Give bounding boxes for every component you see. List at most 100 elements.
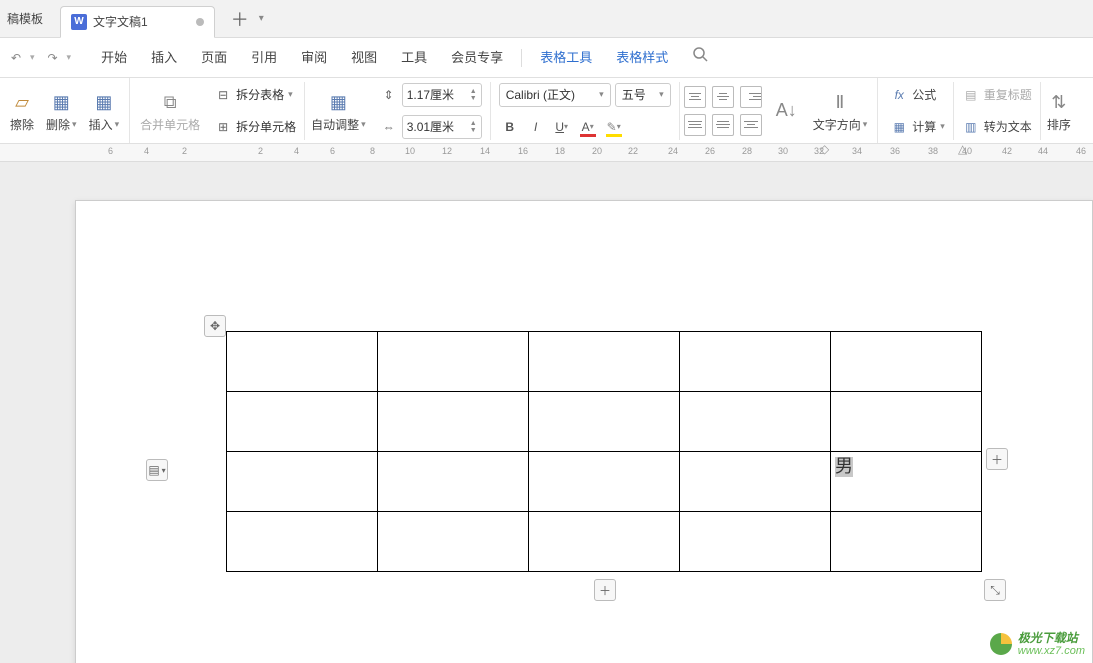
template-tab-label: 稿模板 [7, 10, 43, 27]
merge-cells-group[interactable]: ⧉ 合并单元格 [134, 78, 206, 143]
add-column-button[interactable]: ＋ [986, 448, 1008, 470]
menu-start[interactable]: 开始 [89, 38, 139, 78]
new-tab-dropdown-icon[interactable]: ▾ [255, 13, 268, 24]
undo-button[interactable]: ↶ [6, 48, 26, 68]
chevron-down-icon: ▾ [599, 89, 604, 100]
sort-label: 排序 [1047, 116, 1071, 133]
align-bottom-right[interactable] [740, 114, 762, 136]
text-direction-group[interactable]: Ⅱ 文字方向▾ [807, 78, 879, 143]
table-cell[interactable] [680, 452, 831, 512]
formula-label: 公式 [912, 86, 936, 103]
calc-icon: ▦ [890, 118, 908, 136]
undo-dropdown-icon[interactable]: ▾ [30, 52, 35, 63]
delete-group[interactable]: ▦ 删除▾ [40, 78, 83, 143]
selected-cell-text: 男 [835, 457, 853, 477]
align-top-left[interactable] [684, 86, 706, 108]
insert-group[interactable]: ▦ 插入▾ [83, 78, 131, 143]
table-cell[interactable] [378, 332, 529, 392]
split-cells-button[interactable]: ⊞ 拆分单元格 [214, 114, 296, 140]
redo-button[interactable]: ↷ [43, 48, 63, 68]
calc-button[interactable]: ▦计算▾ [890, 114, 945, 140]
row-height-icon: ⇕ [380, 86, 398, 104]
table-cell[interactable] [529, 512, 680, 572]
chevron-down-icon: ▾ [361, 119, 366, 130]
table-cell[interactable] [227, 392, 378, 452]
search-button[interactable] [680, 38, 720, 78]
row-height-input[interactable]: 1.17厘米 ▲▼ [402, 83, 482, 107]
table-cell[interactable] [831, 512, 982, 572]
table-cell[interactable] [680, 512, 831, 572]
merge-cells-label: 合并单元格 [140, 116, 200, 133]
align-top-right[interactable] [740, 86, 762, 108]
menu-table-style[interactable]: 表格样式 [604, 38, 680, 78]
table-resize-handle[interactable]: ⤡ [984, 579, 1006, 601]
chevron-down-icon: ▾ [659, 89, 664, 100]
cell-align-grid [680, 86, 766, 136]
underline-button[interactable]: U▾ [551, 116, 573, 138]
autofit-group[interactable]: ▦ 自动调整▾ [305, 78, 372, 143]
menu-table-tools[interactable]: 表格工具 [528, 38, 604, 78]
table-cell[interactable] [529, 332, 680, 392]
chevron-down-icon: ▾ [863, 119, 868, 130]
calc-label: 计算 [912, 118, 936, 135]
table-move-handle[interactable]: ✥ [204, 315, 226, 337]
stepper-arrows-icon[interactable]: ▲▼ [470, 120, 477, 134]
table-cell[interactable]: 男 [831, 452, 982, 512]
col-width-input[interactable]: 3.01厘米 ▲▼ [402, 115, 482, 139]
formula-button[interactable]: fx公式 [890, 82, 945, 108]
menu-insert[interactable]: 插入 [139, 38, 189, 78]
table-cell[interactable] [831, 332, 982, 392]
highlight-color-button[interactable]: ✎▾ [603, 116, 625, 138]
font-color-button[interactable]: A▾ [577, 116, 599, 138]
font-size-dropdown[interactable]: 五号 ▾ [615, 83, 671, 107]
table-cell[interactable] [529, 452, 680, 512]
align-bottom-center[interactable] [712, 114, 734, 136]
italic-button[interactable]: I [525, 116, 547, 138]
table-cell[interactable] [378, 392, 529, 452]
bold-button[interactable]: B [499, 116, 521, 138]
table-cell[interactable] [227, 332, 378, 392]
template-tab[interactable]: 稿模板 [0, 5, 56, 33]
font-family-value: Calibri (正文) [506, 86, 575, 103]
table-row [227, 512, 982, 572]
split-table-icon: ⊟ [214, 86, 232, 104]
table-cell[interactable] [680, 392, 831, 452]
table-cell[interactable] [227, 512, 378, 572]
ruler-tick: 34 [852, 146, 862, 156]
menu-page[interactable]: 页面 [189, 38, 239, 78]
page[interactable]: ✥ 男 ▤▾ ＋ ＋ ⤡ [75, 200, 1093, 663]
align-bottom-left[interactable] [684, 114, 706, 136]
sort-az-group[interactable]: A↓ [766, 97, 807, 125]
align-top-center[interactable] [712, 86, 734, 108]
stepper-arrows-icon[interactable]: ▲▼ [470, 88, 477, 102]
table-cell[interactable] [680, 332, 831, 392]
right-indent-marker[interactable]: ◇ [820, 144, 829, 156]
ruler-tick: 6 [330, 146, 335, 156]
menu-ref[interactable]: 引用 [239, 38, 289, 78]
font-family-dropdown[interactable]: Calibri (正文) ▾ [499, 83, 611, 107]
repeat-header-button[interactable]: ▤重复标题 [962, 82, 1032, 108]
redo-dropdown-icon[interactable]: ▾ [67, 52, 72, 63]
menu-tools[interactable]: 工具 [389, 38, 439, 78]
split-table-button[interactable]: ⊟ 拆分表格 ▾ [214, 82, 296, 108]
add-row-button[interactable]: ＋ [594, 579, 616, 601]
horizontal-ruler[interactable]: 6422468101214161820222426283032343638404… [0, 144, 1093, 162]
ruler-tick: 18 [555, 146, 565, 156]
menu-review[interactable]: 审阅 [289, 38, 339, 78]
erase-group[interactable]: ▱ 擦除 [4, 78, 40, 143]
menu-member[interactable]: 会员专享 [439, 38, 515, 78]
close-tab-icon[interactable] [196, 18, 204, 26]
sort-group[interactable]: ⇅ 排序 [1041, 78, 1077, 143]
table-cell[interactable] [831, 392, 982, 452]
paste-options-button[interactable]: ▤▾ [146, 459, 168, 481]
menu-view[interactable]: 视图 [339, 38, 389, 78]
table-cell[interactable] [378, 452, 529, 512]
document-table[interactable]: 男 [226, 331, 982, 572]
document-tab[interactable]: W 文字文稿1 [60, 6, 215, 38]
margin-marker[interactable]: △ [958, 144, 967, 156]
table-cell[interactable] [227, 452, 378, 512]
to-text-button[interactable]: ▥转为文本 [962, 114, 1032, 140]
new-tab-button[interactable]: ＋ [225, 6, 255, 32]
table-cell[interactable] [378, 512, 529, 572]
table-cell[interactable] [529, 392, 680, 452]
